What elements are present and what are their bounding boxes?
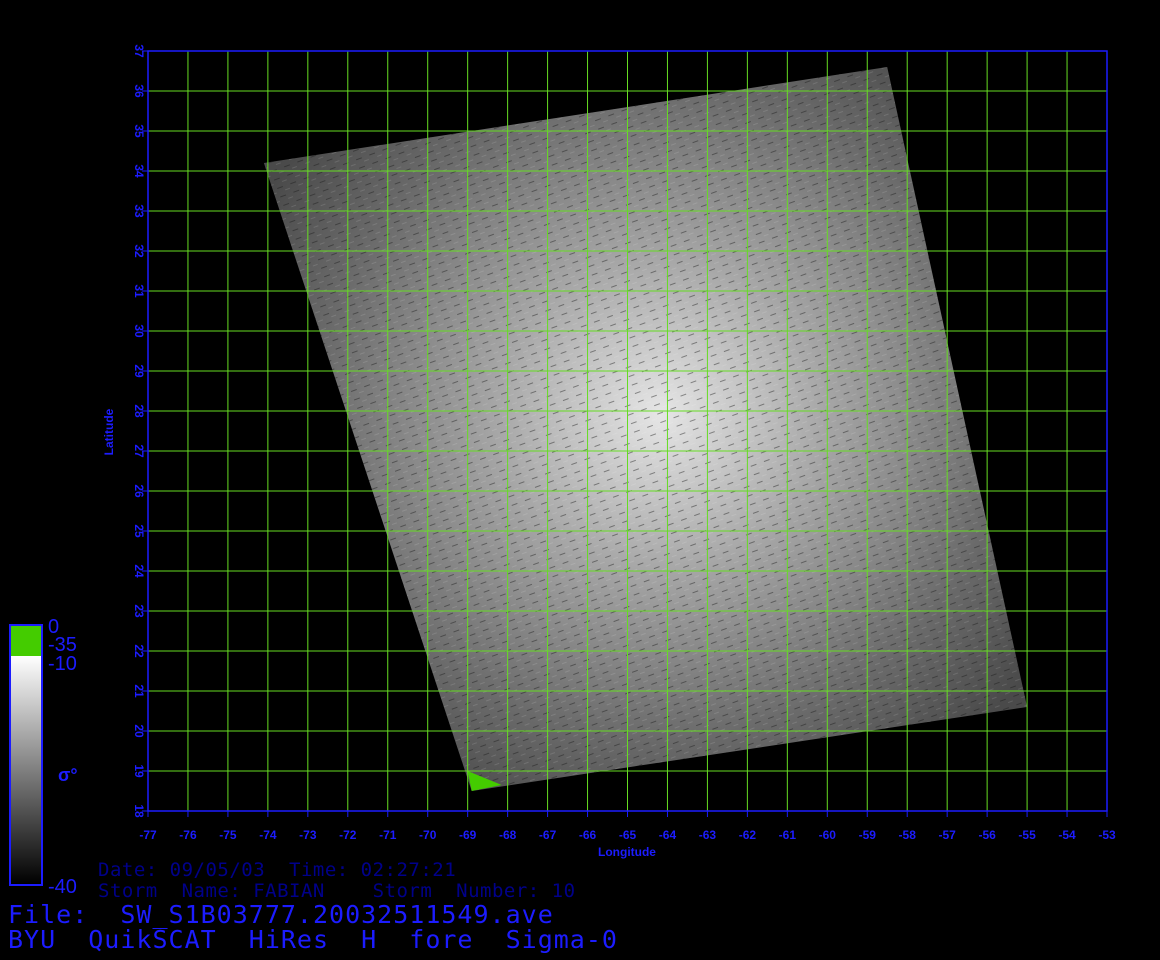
longitude-tick-label: -71 (379, 828, 397, 842)
longitude-tick-label: -74 (259, 828, 277, 842)
longitude-tick-label: -69 (459, 828, 477, 842)
colorbar-upper-label: -10 (48, 653, 77, 675)
latitude-tick-label: 27 (132, 444, 146, 458)
longitude-tick-label: -66 (579, 828, 597, 842)
colorbar-min-label: -40 (48, 876, 77, 898)
longitude-tick-label: -76 (179, 828, 197, 842)
longitude-tick-labels: -77 -76 -75 -74 -73 -72 -71 -70 -69 -68 -67 -66 -65 -… (139, 811, 1116, 842)
latitude-tick-label: 26 (132, 484, 146, 498)
longitude-tick-label: -67 (539, 828, 557, 842)
swath-wind-streaks (263, 67, 1028, 791)
latitude-tick-label: 23 (132, 604, 146, 618)
longitude-tick-label: -63 (699, 828, 717, 842)
longitude-tick-label: -53 (1098, 828, 1116, 842)
product-title-line: BYU QuikSCAT HiRes H fore Sigma-0 (8, 925, 618, 954)
colorbar-high-segment (11, 626, 41, 656)
longitude-tick-label: -64 (659, 828, 677, 842)
date-time-line: Date: 09/05/03 Time: 02:27:21 (98, 859, 457, 881)
longitude-tick-label: -55 (1018, 828, 1036, 842)
longitude-tick-label: -75 (219, 828, 237, 842)
latitude-tick-label: 22 (132, 644, 146, 658)
longitude-tick-label: -56 (978, 828, 996, 842)
latitude-tick-label: 20 (132, 724, 146, 738)
sar-swath-image (263, 67, 1028, 791)
latitude-tick-label: 24 (132, 564, 146, 578)
latitude-tick-label: 28 (132, 404, 146, 418)
latitude-tick-label: 29 (132, 364, 146, 378)
scatterometer-map: -77 -76 -75 -74 -73 -72 -71 -70 -69 -68 -67 -66 -65 -… (9, 44, 1116, 898)
longitude-tick-label: -54 (1058, 828, 1076, 842)
colorbar-symbol: σ° (58, 765, 78, 785)
latitude-tick-label: 31 (132, 284, 146, 298)
longitude-tick-label: -60 (819, 828, 837, 842)
longitude-tick-label: -68 (499, 828, 517, 842)
latitude-tick-label: 32 (132, 244, 146, 258)
latitude-tick-label: 34 (132, 164, 146, 178)
longitude-tick-label: -61 (779, 828, 797, 842)
longitude-tick-label: -59 (859, 828, 877, 842)
longitude-tick-label: -73 (299, 828, 317, 842)
y-axis-title: Latitude (102, 408, 116, 455)
storm-info-line: Storm Name: FABIAN Storm Number: 10 (98, 880, 576, 902)
longitude-tick-label: -57 (938, 828, 956, 842)
latitude-tick-label: 35 (132, 124, 146, 138)
longitude-tick-label: -65 (619, 828, 637, 842)
latitude-tick-labels: 18 19 20 21 22 23 24 25 26 27 28 29 30 31 32 33 34 35 36 37 (132, 44, 148, 818)
longitude-tick-label: -77 (139, 828, 157, 842)
latitude-tick-label: 30 (132, 324, 146, 338)
latitude-tick-label: 36 (132, 84, 146, 98)
colorbar-legend: 0 -35 -10 σ° -40 (9, 616, 78, 898)
longitude-tick-label: -62 (739, 828, 757, 842)
longitude-tick-label: -70 (419, 828, 437, 842)
longitude-tick-label: -72 (339, 828, 357, 842)
latitude-tick-label: 37 (132, 44, 146, 58)
colorbar-gradient (11, 656, 41, 884)
latitude-tick-label: 33 (132, 204, 146, 218)
latitude-tick-label: 18 (132, 804, 146, 818)
latitude-tick-label: 25 (132, 524, 146, 538)
latitude-tick-label: 21 (132, 684, 146, 698)
x-axis-title: Longitude (598, 845, 656, 859)
longitude-tick-label: -58 (899, 828, 917, 842)
latitude-tick-label: 19 (132, 764, 146, 778)
